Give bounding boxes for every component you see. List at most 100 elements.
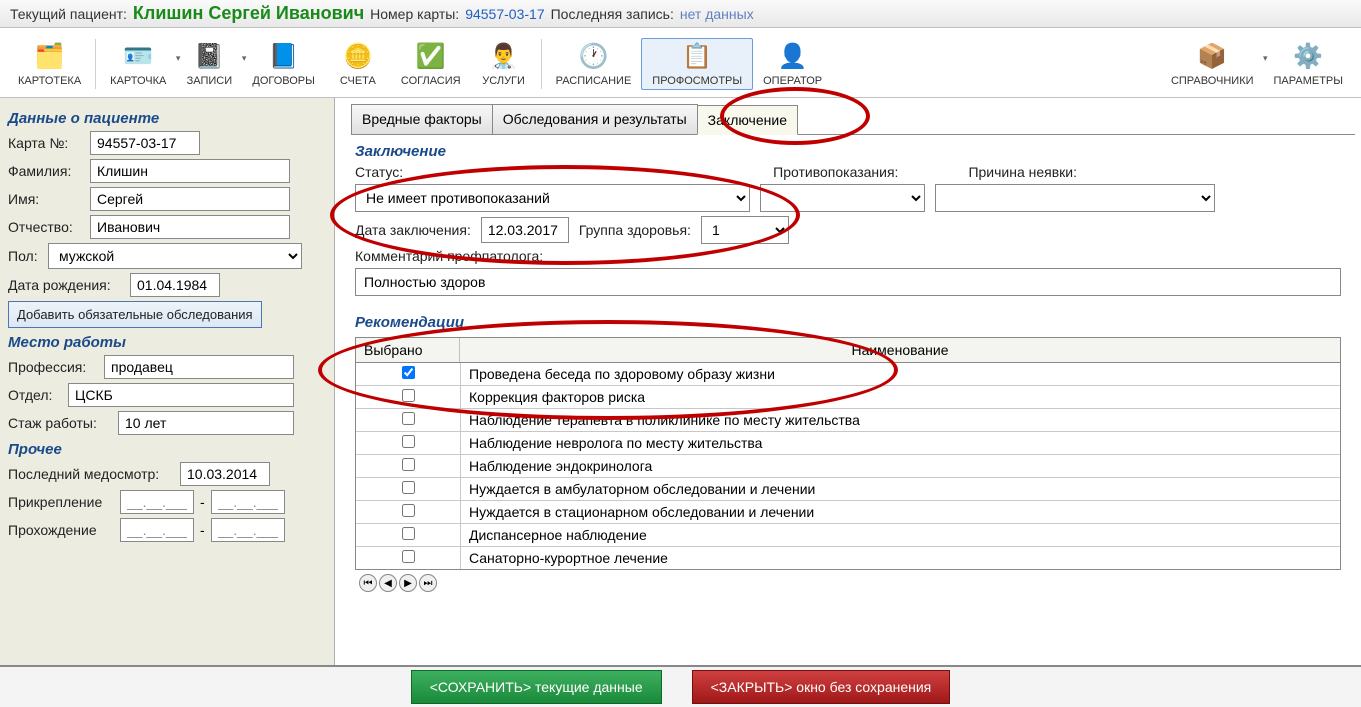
patr-input[interactable] (90, 215, 290, 239)
attach-to-input[interactable] (211, 490, 285, 514)
col-selected: Выбрано (356, 338, 460, 362)
patr-label: Отчество: (8, 219, 84, 235)
table-row[interactable]: Проведена беседа по здоровому образу жиз… (356, 363, 1340, 386)
comment-text[interactable]: Полностью здоров (355, 268, 1341, 296)
date-label: Дата заключения: (355, 222, 471, 238)
table-row[interactable]: Наблюдение невролога по месту жительства (356, 432, 1340, 455)
reco-checkbox[interactable] (402, 458, 415, 471)
sex-select[interactable]: мужской (48, 243, 302, 269)
ribbon-raspisanie[interactable]: 🕐РАСПИСАНИЕ (546, 39, 642, 89)
tab-harmful[interactable]: Вредные факторы (351, 104, 493, 134)
last-exam-label: Последний медосмотр: (8, 466, 174, 482)
attach-from-input[interactable] (120, 490, 194, 514)
fam-label: Фамилия: (8, 163, 84, 179)
ribbon-uslugi[interactable]: 👨‍⚕️УСЛУГИ (471, 39, 537, 89)
contra-label: Противопоказания: (773, 164, 898, 180)
reco-name: Коррекция факторов риска (460, 386, 1340, 408)
table-row[interactable]: Нуждается в амбулаторном обследовании и … (356, 478, 1340, 501)
reco-name: Наблюдение невролога по месту жительства (460, 432, 1340, 454)
checklist-icon: ✅ (415, 41, 447, 73)
group-select[interactable]: 1 (701, 216, 789, 244)
ribbon-soglasiya[interactable]: ✅СОГЛАСИЯ (391, 39, 471, 89)
reco-name: Диспансерное наблюдение (460, 524, 1340, 546)
reco-checkbox[interactable] (402, 481, 415, 494)
reco-checkbox[interactable] (402, 550, 415, 563)
add-exams-button[interactable]: Добавить обязательные обследования (8, 301, 262, 328)
top-bar: Текущий пациент: Клишин Сергей Иванович … (0, 0, 1361, 28)
pass-from-input[interactable] (120, 518, 194, 542)
nav-last-icon[interactable]: ⏭ (419, 574, 437, 592)
close-button[interactable]: <ЗАКРЫТЬ> окно без сохранения (692, 670, 951, 704)
tab-conclusion[interactable]: Заключение (697, 105, 798, 135)
folder-icon: 🗂️ (34, 41, 66, 73)
last-exam-input[interactable] (180, 462, 270, 486)
table-row[interactable]: Диспансерное наблюдение (356, 524, 1340, 547)
prof-input[interactable] (104, 355, 294, 379)
reco-name: Санаторно-курортное лечение (460, 547, 1340, 569)
contract-icon: 📘 (268, 41, 300, 73)
patient-section-title: Данные о пациенте (8, 110, 326, 127)
box-icon: 📦 (1196, 41, 1228, 73)
nav-first-icon[interactable]: ⏮ (359, 574, 377, 592)
left-panel: Данные о пациенте Карта №: Фамилия: Имя:… (0, 98, 335, 665)
dob-input[interactable] (130, 273, 220, 297)
dept-input[interactable] (68, 383, 294, 407)
stage-input[interactable] (118, 411, 294, 435)
ribbon-profosmotry[interactable]: 📋ПРОФОСМОТРЫ (641, 38, 753, 90)
tab-row: Вредные факторы Обследования и результат… (351, 104, 1355, 135)
ribbon: 🗂️КАРТОТЕКА 🪪КАРТОЧКА▾ 📓ЗАПИСИ▾ 📘ДОГОВОР… (0, 28, 1361, 98)
absence-select[interactable] (935, 184, 1215, 212)
nav-buttons: ⏮ ◀ ▶ ⏭ (355, 570, 1341, 596)
reco-name: Наблюдение терапевта в поликлинике по ме… (460, 409, 1340, 431)
reco-checkbox[interactable] (402, 412, 415, 425)
table-row[interactable]: Нуждается в стационарном обследовании и … (356, 501, 1340, 524)
tab-exams[interactable]: Обследования и результаты (492, 104, 698, 134)
nav-prev-icon[interactable]: ◀ (379, 574, 397, 592)
name-label: Имя: (8, 191, 84, 207)
dob-label: Дата рождения: (8, 277, 124, 293)
pass-to-input[interactable] (211, 518, 285, 542)
reco-checkbox[interactable] (402, 527, 415, 540)
ribbon-dogovory[interactable]: 📘ДОГОВОРЫ (242, 39, 325, 89)
table-row[interactable]: Санаторно-курортное лечение (356, 547, 1340, 569)
status-select[interactable]: Не имеет противопоказаний (355, 184, 750, 212)
ribbon-zapisi[interactable]: 📓ЗАПИСИ▾ (176, 39, 242, 89)
gear-icon: ⚙️ (1292, 41, 1324, 73)
ribbon-parametry[interactable]: ⚙️ПАРАМЕТРЫ (1264, 39, 1353, 89)
card-input[interactable] (90, 131, 200, 155)
prof-label: Профессия: (8, 359, 98, 375)
ribbon-kartochka[interactable]: 🪪КАРТОЧКА▾ (100, 39, 176, 89)
reco-name: Наблюдение эндокринолога (460, 455, 1340, 477)
group-label: Группа здоровья: (579, 222, 691, 238)
main: Данные о пациенте Карта №: Фамилия: Имя:… (0, 98, 1361, 665)
stage-label: Стаж работы: (8, 415, 112, 431)
ribbon-operator[interactable]: 👤ОПЕРАТОР (753, 39, 832, 89)
clipboard-heart-icon: 📋 (681, 41, 713, 73)
name-input[interactable] (90, 187, 290, 211)
date-input[interactable] (481, 217, 569, 243)
fam-input[interactable] (90, 159, 290, 183)
table-row[interactable]: Коррекция факторов риска (356, 386, 1340, 409)
reco-body[interactable]: Проведена беседа по здоровому образу жиз… (356, 363, 1340, 569)
save-button[interactable]: <СОХРАНИТЬ> текущие данные (411, 670, 662, 704)
contra-select[interactable] (760, 184, 925, 212)
card-no-label: Номер карты: (370, 6, 459, 22)
table-row[interactable]: Наблюдение эндокринолога (356, 455, 1340, 478)
comment-label: Комментарий профпатолога: (355, 248, 543, 264)
reco-checkbox[interactable] (402, 389, 415, 402)
card-icon: 🪪 (122, 41, 154, 73)
nav-next-icon[interactable]: ▶ (399, 574, 417, 592)
card-label: Карта №: (8, 135, 84, 151)
footer: <СОХРАНИТЬ> текущие данные <ЗАКРЫТЬ> окн… (0, 665, 1361, 707)
operator-icon: 👤 (777, 41, 809, 73)
last-record-value: нет данных (680, 6, 754, 22)
table-row[interactable]: Наблюдение терапевта в поликлинике по ме… (356, 409, 1340, 432)
ribbon-scheta[interactable]: 🪙СЧЕТА (325, 39, 391, 89)
ribbon-spravochniki[interactable]: 📦СПРАВОЧНИКИ▾ (1161, 39, 1264, 89)
reco-checkbox[interactable] (402, 366, 415, 379)
ribbon-kartoteka[interactable]: 🗂️КАРТОТЕКА (8, 39, 91, 89)
work-section-title: Место работы (8, 334, 326, 351)
reco-checkbox[interactable] (402, 435, 415, 448)
reco-name: Проведена беседа по здоровому образу жиз… (460, 363, 1340, 385)
reco-checkbox[interactable] (402, 504, 415, 517)
